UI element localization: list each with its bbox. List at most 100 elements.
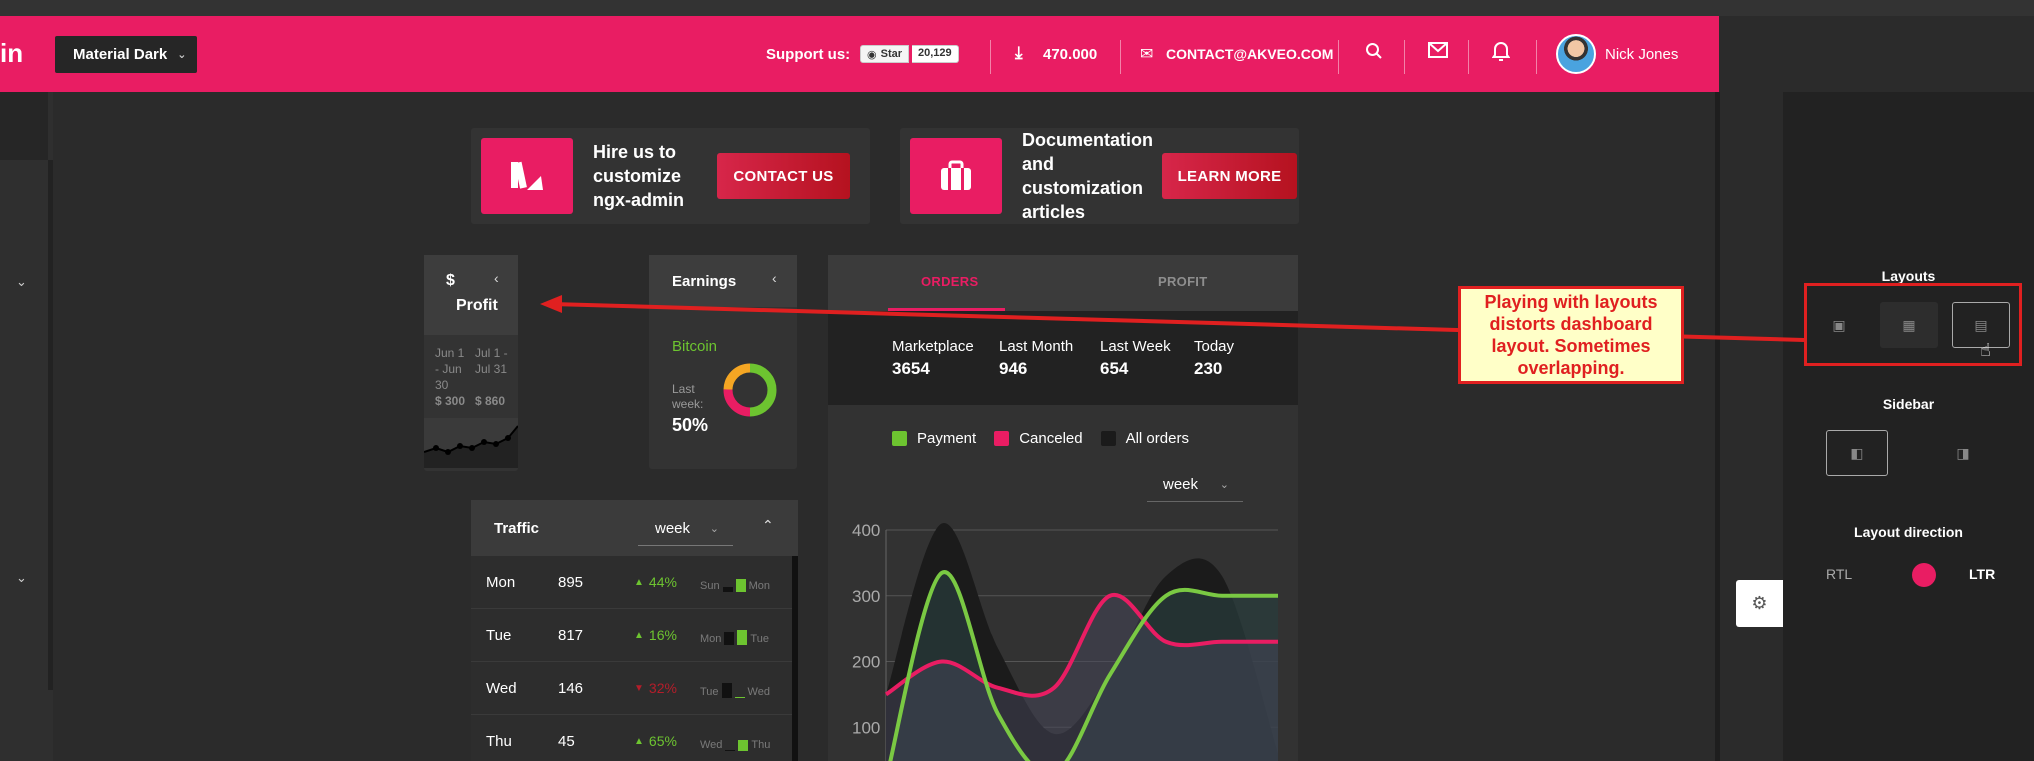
- theme-select[interactable]: Material Dark ⌄: [55, 36, 197, 73]
- y-tick-label: 400: [852, 521, 880, 540]
- legend-item[interactable]: All orders: [1100, 430, 1189, 447]
- legend-label: Canceled: [1019, 430, 1083, 447]
- chevron-down-icon[interactable]: ⌄: [16, 570, 27, 586]
- traffic-scrollbar[interactable]: [792, 556, 798, 761]
- promo-title: Documentation and customization articles: [1022, 130, 1154, 222]
- chevron-down-icon[interactable]: ⌄: [16, 274, 27, 290]
- header-divider: [1120, 40, 1121, 74]
- sidebar-layout-icon: ◧: [1850, 444, 1864, 461]
- bell-icon[interactable]: [1491, 41, 1511, 67]
- profit-periods: Jun 1 - Jun 30 Jul 1 - Jul 31 $ 300 $ 86…: [435, 345, 515, 409]
- direction-rtl-label[interactable]: RTL: [1826, 566, 1852, 582]
- period-select-value: week: [655, 520, 691, 537]
- header-divider: [1536, 40, 1537, 74]
- chevron-down-icon: ⌄: [177, 49, 187, 61]
- sidebar-option-right[interactable]: ◨: [1934, 430, 1992, 476]
- support-label: Support us:: [766, 46, 851, 63]
- earnings-last-week-label: Last week:: [672, 382, 704, 411]
- mail-icon[interactable]: [1428, 41, 1448, 64]
- layouts-heading: Layouts: [1881, 268, 1936, 284]
- profit-card-header: [424, 255, 518, 335]
- y-tick-label: 300: [852, 587, 880, 606]
- sidebar-option-left[interactable]: ◧: [1826, 430, 1888, 476]
- legend-item[interactable]: Payment: [892, 430, 976, 447]
- sidebar-scrollbar[interactable]: [48, 160, 53, 690]
- traffic-delta: ▲ 65%: [634, 733, 677, 749]
- github-star-count[interactable]: 20,129: [912, 45, 959, 63]
- summary-label: Last Month: [999, 338, 1074, 355]
- profit-period-value: $ 300: [435, 394, 466, 408]
- gear-icon[interactable]: ⚙: [1736, 580, 1783, 627]
- settings-panel: [1783, 92, 2034, 761]
- chevron-left-icon[interactable]: ‹: [494, 270, 499, 286]
- traffic-row[interactable]: Tue 817 ▲ 16% Mon Tue: [471, 609, 792, 662]
- promo-title: Hire us to customize ngx-admin: [593, 142, 685, 210]
- github-star-button[interactable]: ◉ Star 20,129: [860, 45, 959, 63]
- arrow-up-icon: ▲: [634, 576, 644, 588]
- traffic-delta: ▲ 16%: [634, 627, 677, 643]
- summary-label: Last Week: [1100, 338, 1171, 355]
- download-icon[interactable]: ⤓: [1015, 43, 1023, 63]
- earnings-currency: Bitcoin: [672, 338, 718, 355]
- direction-toggle[interactable]: [1912, 563, 1936, 587]
- sidebar-active-item[interactable]: [0, 92, 48, 160]
- period-select-value: week: [1163, 476, 1199, 493]
- window-top-strip: [0, 0, 2034, 16]
- traffic-title: Traffic: [494, 520, 540, 537]
- traffic-curr-bar: [738, 740, 749, 751]
- sidebar-layout-icon: ◨: [1956, 444, 1970, 461]
- chevron-up-icon[interactable]: ⌃: [762, 517, 774, 534]
- traffic-day: Tue: [486, 627, 512, 644]
- arrow-down-icon: ▼: [634, 682, 644, 694]
- traffic-day: Thu: [486, 733, 512, 750]
- traffic-day: Wed: [486, 680, 517, 697]
- traffic-period-select[interactable]: week ⌄: [638, 512, 733, 546]
- header-divider: [1468, 40, 1469, 74]
- traffic-comparison: Tue Wed: [700, 680, 770, 698]
- user-name[interactable]: Nick Jones: [1605, 46, 1678, 63]
- arrow-up-icon: ▲: [634, 735, 644, 747]
- orders-period-select[interactable]: week ⌄: [1147, 472, 1243, 502]
- summary-label: Marketplace: [892, 338, 974, 355]
- traffic-curr-bar: [734, 697, 745, 698]
- traffic-delta: ▲ 44%: [634, 574, 677, 590]
- tab-orders[interactable]: ORDERS: [921, 274, 978, 289]
- search-icon[interactable]: [1365, 42, 1383, 65]
- tab-profit[interactable]: PROFIT: [1158, 274, 1207, 289]
- earnings-last-week-value: 50%: [672, 415, 709, 435]
- legend-label: All orders: [1125, 430, 1189, 447]
- app-logo[interactable]: in: [0, 38, 23, 69]
- envelope-icon: ✉: [1140, 46, 1154, 63]
- traffic-prev-bar: [725, 750, 736, 751]
- orders-tabs: [828, 255, 1298, 311]
- traffic-count: 45: [558, 733, 575, 750]
- contact-us-button[interactable]: CONTACT US: [717, 153, 850, 199]
- y-tick-label: 200: [852, 653, 880, 672]
- annotation-highlight: [1804, 283, 2022, 366]
- chevron-down-icon: ⌄: [709, 523, 719, 535]
- profit-period-label: Jun 1 - Jun 30: [435, 346, 465, 392]
- traffic-prev-bar: [724, 631, 735, 645]
- traffic-comparison: Mon Tue: [700, 627, 769, 645]
- learn-more-button[interactable]: LEARN MORE: [1162, 153, 1297, 199]
- chevron-left-icon[interactable]: ‹: [772, 270, 777, 286]
- traffic-row[interactable]: Mon 895 ▲ 44% Sun Mon: [471, 556, 792, 609]
- contact-email-link[interactable]: CONTACT@AKVEO.COM: [1166, 46, 1333, 62]
- legend-swatch: [994, 431, 1010, 446]
- profit-period-label: Jul 1 - Jul 31: [475, 346, 508, 376]
- traffic-prev-bar: [722, 586, 733, 592]
- traffic-row[interactable]: Wed 146 ▼ 32% Tue Wed: [471, 662, 792, 715]
- traffic-count: 146: [558, 680, 584, 697]
- legend-item[interactable]: Canceled: [994, 430, 1083, 447]
- legend-swatch: [892, 431, 907, 446]
- download-count[interactable]: 470.000: [1043, 46, 1097, 63]
- direction-ltr-label[interactable]: LTR: [1969, 566, 1995, 582]
- summary-label: Today: [1194, 338, 1235, 355]
- chart-legend: Payment Canceled All orders: [892, 430, 1189, 447]
- briefcase-icon: [910, 138, 1002, 214]
- avatar[interactable]: [1556, 34, 1596, 74]
- palette-icon: [481, 138, 573, 214]
- orders-chart: 400 300 200 100: [852, 521, 1278, 761]
- left-sidebar: [0, 92, 53, 761]
- traffic-row[interactable]: Thu 45 ▲ 65% Wed Thu: [471, 715, 792, 761]
